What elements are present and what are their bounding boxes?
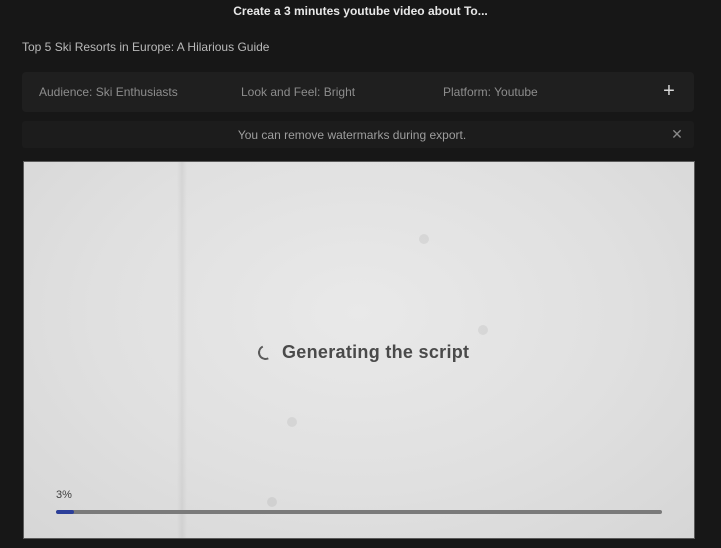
progress-percentage: 3% — [56, 489, 72, 501]
preview-background-streak — [177, 162, 187, 538]
watermark-notice: You can remove watermarks during export.… — [22, 121, 694, 148]
audience-param[interactable]: Audience: Ski Enthusiasts — [39, 85, 178, 99]
app-window: Create a 3 minutes youtube video about T… — [0, 0, 721, 548]
close-icon[interactable]: ✕ — [668, 125, 686, 143]
progress-bar — [56, 510, 662, 514]
watermark-notice-text: You can remove watermarks during export. — [237, 128, 467, 142]
spinner-icon — [255, 342, 276, 362]
preview-background-speck — [478, 325, 488, 335]
video-title: Top 5 Ski Resorts in Europe: A Hilarious… — [22, 40, 270, 54]
video-parameters-bar: Audience: Ski Enthusiasts Look and Feel:… — [22, 72, 694, 112]
video-preview-panel: Generating the script 3% — [23, 161, 695, 539]
plus-icon[interactable]: + — [658, 80, 680, 102]
preview-background-speck — [287, 417, 297, 427]
platform-param[interactable]: Platform: Youtube — [443, 85, 538, 99]
generation-status-text: Generating the script — [282, 341, 470, 362]
preview-background-speck — [419, 234, 429, 244]
prompt-title: Create a 3 minutes youtube video about T… — [233, 4, 488, 18]
progress-bar-fill — [56, 510, 75, 514]
generation-status: Generating the script — [255, 340, 470, 364]
preview-background-speck — [267, 497, 277, 507]
look-and-feel-param[interactable]: Look and Feel: Bright — [241, 85, 355, 99]
